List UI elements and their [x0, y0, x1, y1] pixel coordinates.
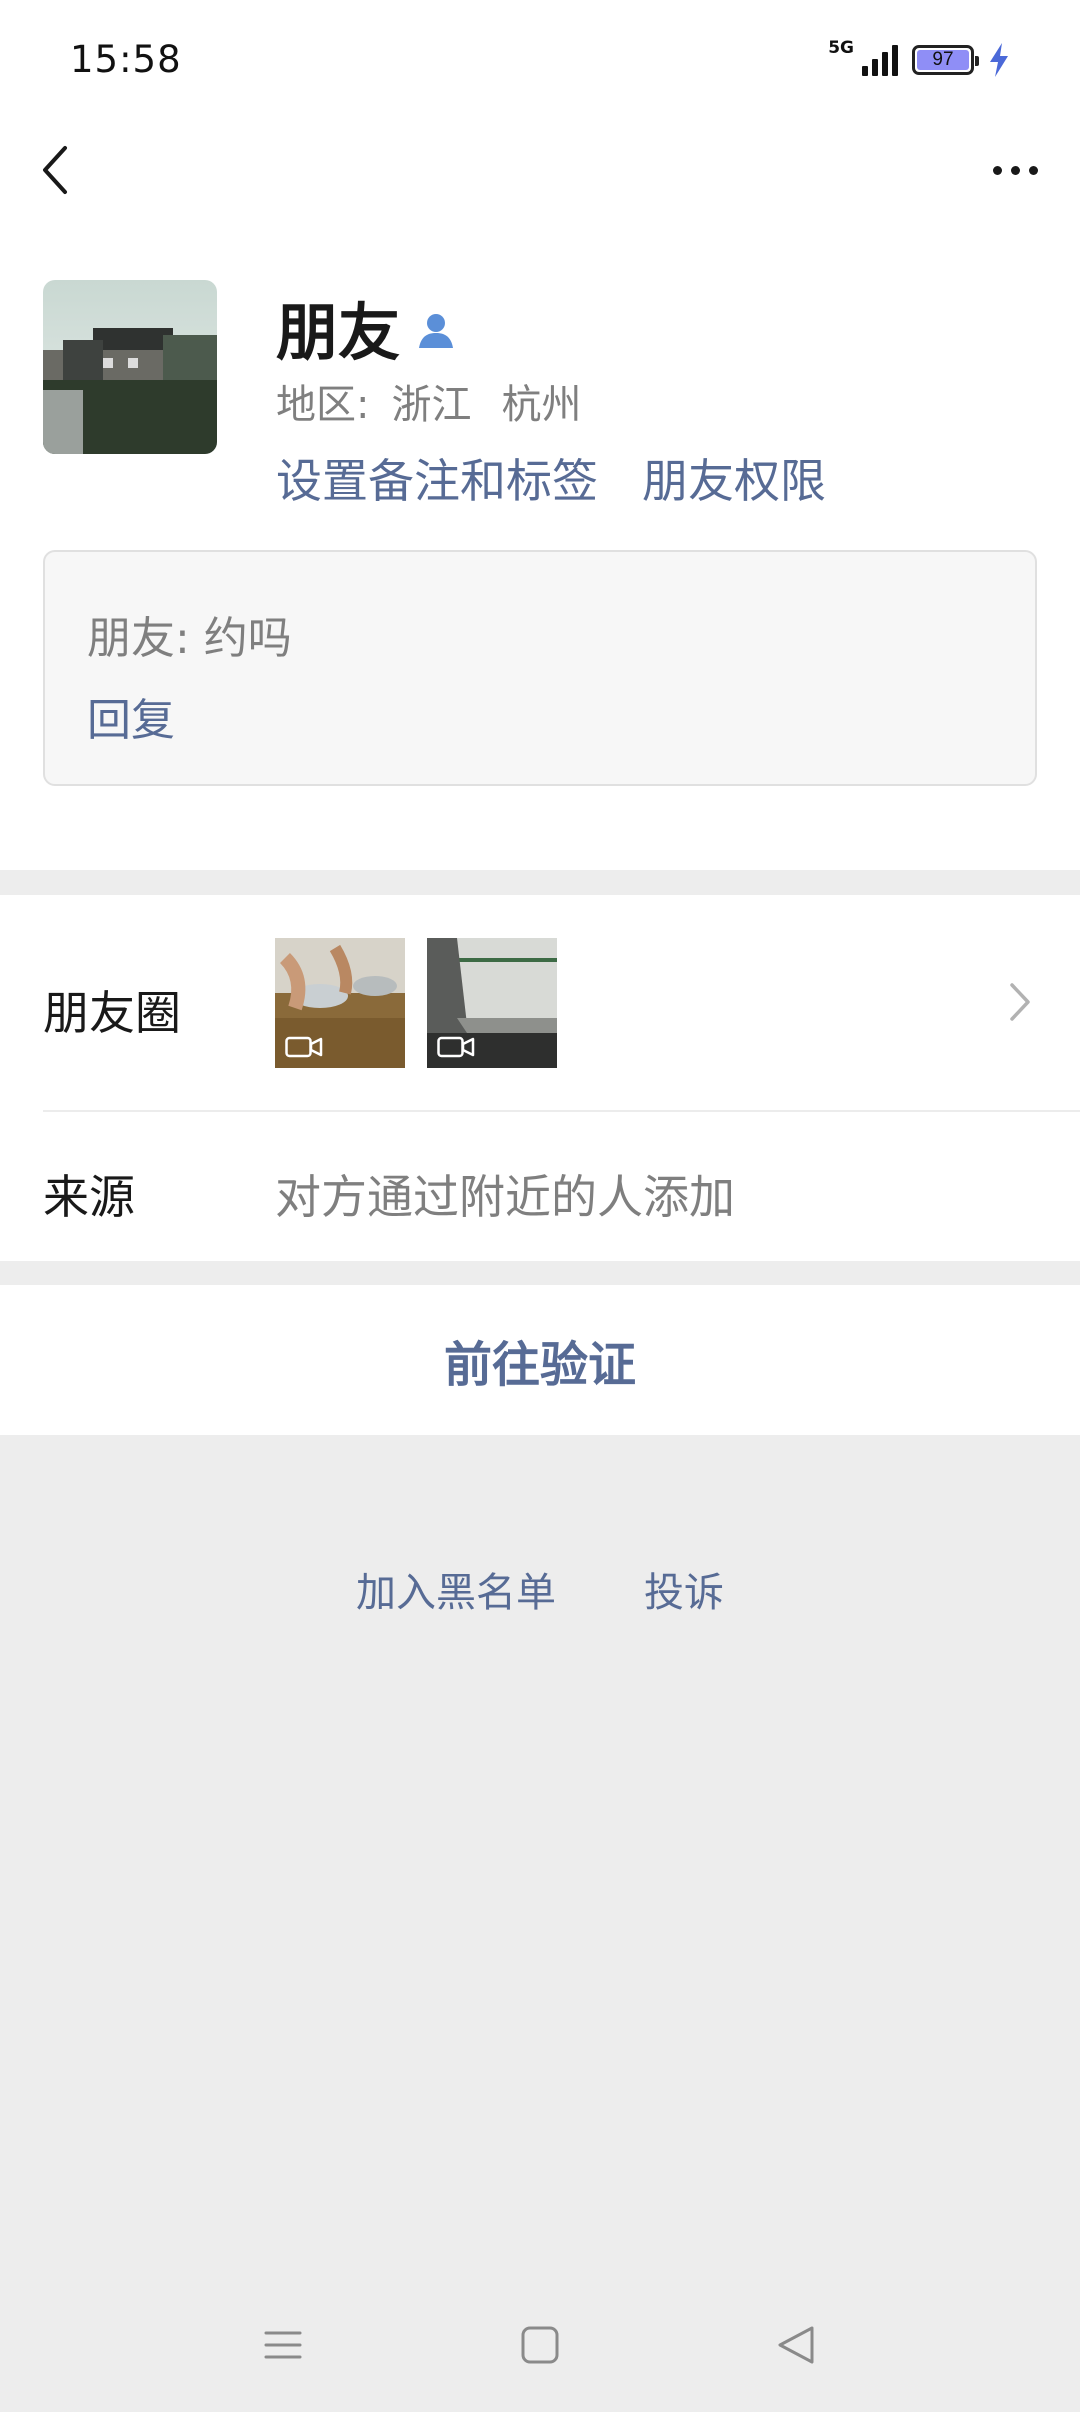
recent-apps-icon[interactable]: [258, 2320, 308, 2370]
battery-icon: 97: [912, 45, 979, 75]
system-nav-bar: [0, 2300, 1080, 2390]
status-time: 15:58: [70, 38, 182, 81]
add-to-blacklist-link[interactable]: 加入黑名单: [356, 1560, 556, 1618]
moments-thumbnail: [427, 938, 557, 1068]
avatar-image: [43, 280, 217, 454]
report-link[interactable]: 投诉: [644, 1560, 724, 1618]
region-city: 杭州: [501, 382, 582, 428]
region-label: 地区:: [276, 382, 370, 428]
more-dots-icon: [992, 165, 1002, 175]
chevron-right-icon: [1010, 983, 1030, 1021]
moments-row[interactable]: 朋友圈: [0, 895, 1080, 1110]
source-value: 对方通过附近的人添加: [275, 1170, 735, 1224]
moments-thumbnail: [275, 938, 405, 1068]
greeting-message-text: 朋友: 约吗: [87, 613, 292, 664]
more-button[interactable]: [980, 150, 1050, 190]
video-camera-icon: [437, 1036, 475, 1058]
status-bar: 15:58 5G 97: [0, 0, 1080, 120]
profile-links: 设置备注和标签 朋友权限: [276, 445, 826, 511]
set-remark-link[interactable]: 设置备注和标签: [276, 445, 598, 511]
moments-label: 朋友圈: [43, 986, 181, 1040]
info-section: 朋友圈 来源 对方通过附近的人添加: [0, 895, 1080, 1261]
greeting-message-box: 朋友: 约吗 回复: [43, 550, 1037, 786]
region-province: 浙江: [391, 382, 472, 428]
profile-name: 朋友: [276, 296, 401, 369]
avatar[interactable]: [43, 280, 217, 454]
person-icon: [419, 314, 454, 348]
home-icon[interactable]: [515, 2320, 565, 2370]
reply-link[interactable]: 回复: [87, 684, 175, 748]
back-button[interactable]: [30, 140, 80, 200]
verify-row[interactable]: 前往验证: [0, 1285, 1080, 1435]
battery-level: 97: [917, 49, 969, 70]
video-camera-icon: [285, 1036, 323, 1058]
verify-button[interactable]: 前往验证: [444, 1325, 636, 1395]
friend-permissions-link[interactable]: 朋友权限: [642, 445, 826, 511]
back-triangle-icon[interactable]: [772, 2320, 822, 2370]
region-info: 地区: 浙江 杭州: [276, 372, 581, 430]
status-indicators: 5G 97: [828, 38, 1010, 80]
chevron-left-icon: [43, 146, 67, 194]
signal-icon: [862, 44, 898, 76]
source-label: 来源: [43, 1170, 135, 1224]
bottom-links: 加入黑名单 投诉: [0, 1560, 1080, 1618]
divider: [43, 1110, 1080, 1112]
name-row: 朋友: [276, 282, 456, 372]
charging-icon: [990, 43, 1008, 77]
network-type: 5G: [828, 38, 854, 58]
